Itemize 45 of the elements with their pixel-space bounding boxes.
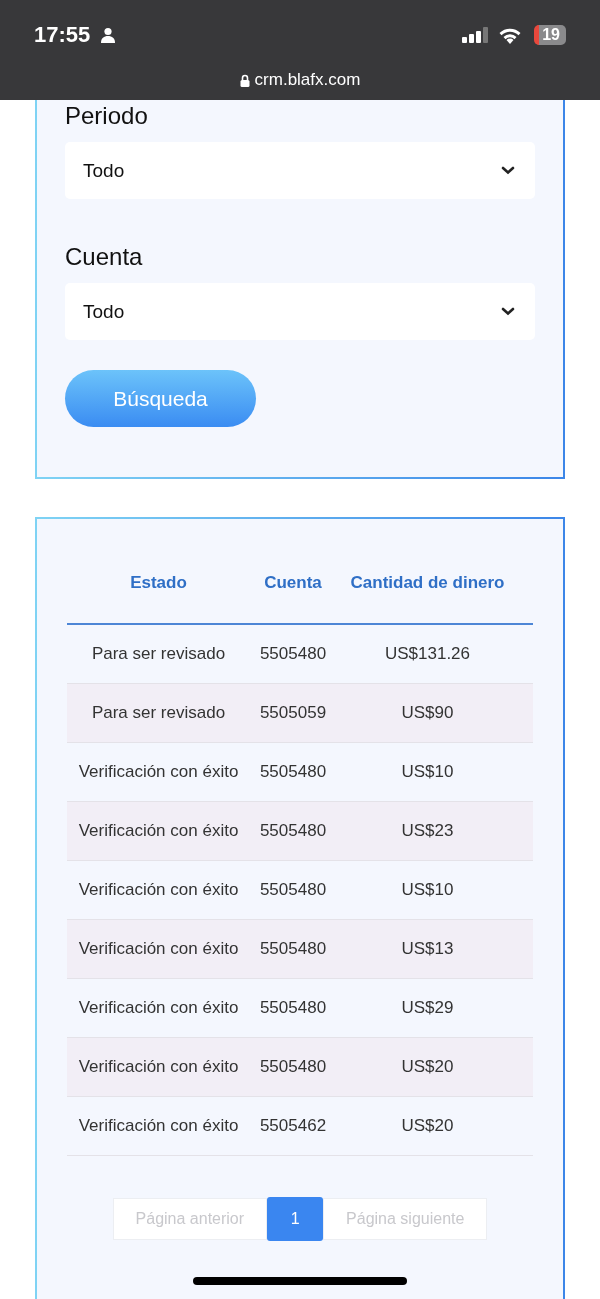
table-cell: Verificación con éxito	[67, 1096, 250, 1156]
battery-indicator: 19	[534, 25, 566, 45]
table-cell: 5505462	[250, 1096, 336, 1156]
table-cell: 5505480	[250, 801, 336, 861]
table-cell: 5505480	[250, 742, 336, 802]
table-cell: US$90	[336, 683, 519, 743]
table-cell: 5505480	[250, 978, 336, 1038]
lock-icon	[239, 73, 250, 87]
dropdown-field[interactable]: Todo	[65, 283, 535, 340]
column-header: Cuenta	[250, 543, 336, 624]
table-cell: 5505480	[250, 919, 336, 979]
table-cell: US$10	[336, 860, 519, 920]
table-cell: Verificación con éxito	[67, 742, 250, 802]
table-cell: Verificación con éxito	[67, 801, 250, 861]
table-cell: Para ser revisado	[67, 624, 250, 684]
field-label: Cuenta	[65, 243, 144, 271]
table-cell: 5505480	[250, 1037, 336, 1097]
column-header: Cantidad de dinero	[336, 543, 519, 624]
table-cell: 5505480	[250, 860, 336, 920]
table-cell: Para ser revisado	[67, 683, 250, 743]
table-cell: US$23	[336, 801, 519, 861]
column-header: Estado	[67, 543, 250, 624]
table-cell: US$20	[336, 1037, 519, 1097]
search-button[interactable]: Búsqueda	[65, 370, 256, 427]
clock: 17:55	[34, 22, 91, 48]
table-cell: US$10	[336, 742, 519, 802]
table-cell: Verificación con éxito	[67, 978, 250, 1038]
table-cell: 5505059	[250, 683, 336, 743]
field-label: Periodo	[65, 102, 149, 130]
table-cell: US$29	[336, 978, 519, 1038]
wifi-icon	[498, 26, 523, 44]
table-cell: US$131.26	[336, 624, 519, 684]
page-number[interactable]: 1	[267, 1197, 324, 1241]
chevron-icon	[501, 307, 515, 316]
table-cell: 5505480	[250, 624, 336, 684]
table-cell: Verificación con éxito	[67, 860, 250, 920]
dropdown-field[interactable]: Todo	[65, 142, 535, 199]
table-cell: Verificación con éxito	[67, 919, 250, 979]
person-icon	[100, 27, 117, 43]
table-cell: Verificación con éxito	[67, 1037, 250, 1097]
table-cell: US$20	[336, 1096, 519, 1156]
chevron-icon	[501, 166, 515, 175]
table-cell: US$13	[336, 919, 519, 979]
signal-icon	[462, 27, 489, 43]
url-text: crm.blafx.com	[254, 70, 361, 90]
